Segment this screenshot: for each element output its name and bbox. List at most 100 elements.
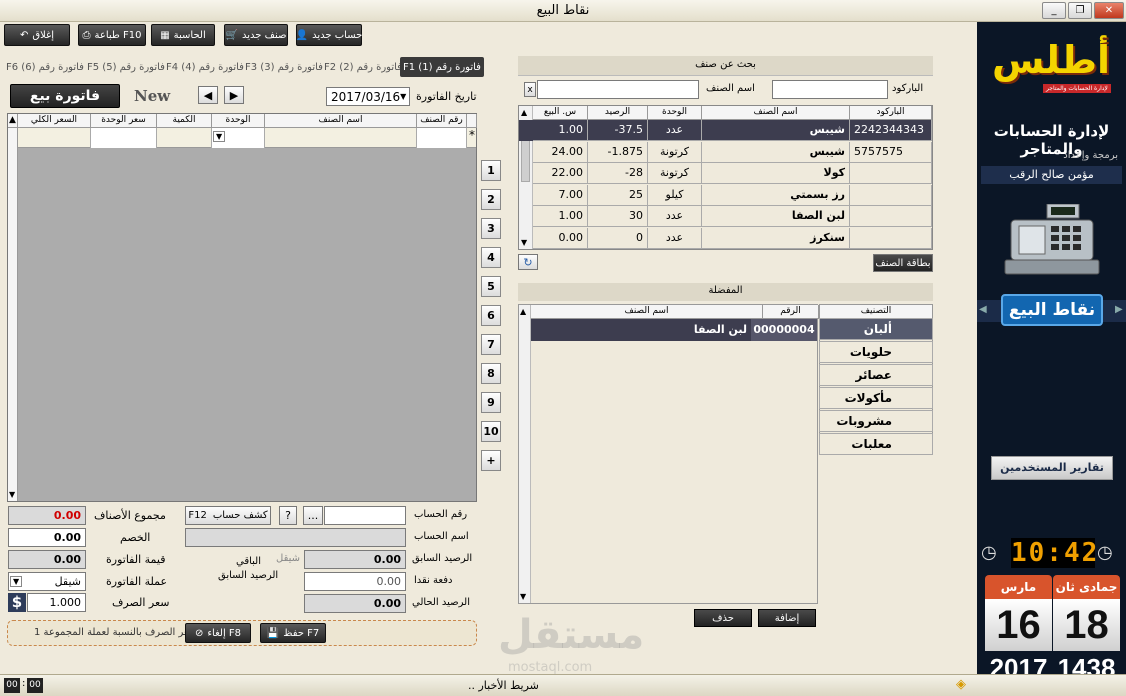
qty-button-7[interactable]: 7 bbox=[481, 334, 501, 355]
favorites-grid[interactable]: اسم الصنف الرقم ▲ ▼ لبن الصفا 00000004 bbox=[518, 304, 819, 604]
print-button[interactable]: ⎙ طباعة F10 bbox=[78, 24, 146, 46]
currency-select[interactable]: ▼ شيقل bbox=[8, 572, 86, 591]
category-juices[interactable]: عصائر bbox=[819, 364, 933, 386]
qty-button-2[interactable]: 2 bbox=[481, 189, 501, 210]
account-name-field bbox=[185, 528, 406, 547]
search-cell-price: 0.00 bbox=[533, 227, 588, 249]
minimize-button[interactable]: _ bbox=[1042, 2, 1066, 19]
tab-invoice-5[interactable]: F5 فاتورة رقم (5) bbox=[87, 57, 165, 77]
cell-quantity[interactable] bbox=[157, 128, 212, 148]
new-item-button[interactable]: 🛒 صنف جديد bbox=[224, 24, 288, 46]
current-balance-label: الرصيد الحالي bbox=[412, 597, 470, 608]
calculator-icon: ▦ bbox=[160, 29, 170, 41]
prev-invoice-button[interactable]: ◀ bbox=[198, 86, 218, 104]
search-result-row[interactable]: 22.00 -28 كرتونة كولا bbox=[519, 163, 932, 184]
search-result-row[interactable]: 0.00 0 عدد سنكرز bbox=[519, 227, 932, 249]
arrow-right-icon: ▶ bbox=[1115, 304, 1123, 315]
grid-corner: ▲ bbox=[8, 114, 18, 128]
favorites-scrollbar[interactable]: ▲ ▼ bbox=[519, 305, 531, 603]
add-favorite-button[interactable]: إضافة bbox=[758, 609, 816, 627]
scroll-up-icon[interactable]: ▲ bbox=[520, 307, 526, 316]
watermark-url: mostaql.com bbox=[508, 660, 593, 675]
tab-invoice-6[interactable]: F6 فاتورة رقم (6) bbox=[6, 57, 84, 77]
refresh-icon[interactable]: ↻ bbox=[518, 254, 538, 270]
category-dairy[interactable]: ألبان وأجبان bbox=[819, 318, 933, 356]
chevron-down-icon[interactable]: ▼ bbox=[10, 576, 23, 587]
help-button[interactable]: ? bbox=[279, 506, 297, 525]
qty-button-5[interactable]: 5 bbox=[481, 276, 501, 297]
qty-button-1[interactable]: 1 bbox=[481, 160, 501, 181]
category-sweets[interactable]: حلويات bbox=[819, 341, 933, 363]
hijri-calendar: جمادى ثان 18 1438 bbox=[1053, 575, 1120, 685]
cancel-invoice-button[interactable]: ⊘ إلغاء F8 bbox=[185, 623, 251, 643]
gregorian-day: 16 bbox=[985, 599, 1052, 651]
qty-button-4[interactable]: 4 bbox=[481, 247, 501, 268]
tab-invoice-1[interactable]: F1 فاتورة رقم (1) bbox=[400, 57, 484, 77]
close-button[interactable]: ✕ bbox=[1094, 2, 1124, 19]
scroll-down-icon[interactable]: ▼ bbox=[9, 490, 15, 499]
category-food[interactable]: مأكولات bbox=[819, 387, 933, 409]
search-cell-balance: 0 bbox=[588, 227, 648, 249]
cell-unit-price[interactable] bbox=[91, 128, 157, 148]
favorite-row[interactable]: لبن الصفا 00000004 bbox=[531, 319, 817, 341]
search-result-row[interactable]: 7.00 25 كيلو رز بسمتي bbox=[519, 184, 932, 206]
scroll-down-icon[interactable]: ▼ bbox=[520, 592, 526, 601]
qty-button-plus[interactable]: + bbox=[481, 450, 501, 471]
barcode-search-input[interactable] bbox=[772, 80, 888, 99]
search-result-row[interactable]: 1.00 30 عدد لبن الصفا bbox=[519, 206, 932, 227]
news-ticker: .. شريط الأخبار bbox=[468, 679, 539, 692]
delete-favorite-button[interactable]: حذف bbox=[694, 609, 752, 627]
cell-unit[interactable]: ▼ bbox=[212, 128, 265, 148]
chevron-down-icon[interactable]: ▼ bbox=[213, 131, 226, 142]
account-number-field[interactable] bbox=[324, 506, 406, 525]
invoice-new-row[interactable]: ▼ * bbox=[8, 128, 476, 148]
col-item-number: رقم الصنف bbox=[417, 114, 467, 128]
digital-clock: 10:42 bbox=[1011, 538, 1100, 568]
search-result-row[interactable]: 24.00 -1.875 كرتونة شيبس 5757575 bbox=[519, 141, 932, 163]
search-results-grid[interactable]: س. البيع الرصيد الوحدة اسم الصنف الباركو… bbox=[518, 105, 933, 250]
items-total-label: مجموع الأصناف bbox=[94, 509, 166, 522]
category-drinks[interactable]: مشروبات bbox=[819, 410, 933, 432]
qty-button-3[interactable]: 3 bbox=[481, 218, 501, 239]
status-clock-sep: : bbox=[22, 678, 26, 689]
qty-button-9[interactable]: 9 bbox=[481, 392, 501, 413]
tab-invoice-3[interactable]: F3 فاتورة رقم (3) bbox=[245, 57, 323, 77]
discount-field[interactable]: 0.00 bbox=[8, 528, 86, 547]
exchange-rate-field[interactable]: 1.000 bbox=[27, 593, 86, 612]
close-window-button[interactable]: ↶ إغلاق bbox=[4, 24, 70, 46]
restore-button[interactable]: ❐ bbox=[1068, 2, 1092, 19]
tab-invoice-2[interactable]: F2 فاتورة رقم (2) bbox=[324, 57, 402, 77]
invoice-grid-scrollbar[interactable]: ▼ bbox=[8, 128, 18, 501]
save-invoice-button[interactable]: 💾 حفظ F7 bbox=[260, 623, 326, 643]
clear-search-button[interactable]: x bbox=[524, 82, 536, 97]
search-result-row[interactable]: 1.00 -37.5 عدد شيبس 2242344343 bbox=[519, 120, 932, 141]
qty-button-6[interactable]: 6 bbox=[481, 305, 501, 326]
invoice-items-grid[interactable]: ▲ السعر الكلي سعر الوحدة الكمية الوحدة ا… bbox=[7, 113, 477, 502]
qty-button-10[interactable]: 10 bbox=[481, 421, 501, 442]
cell-item-number[interactable] bbox=[417, 128, 467, 148]
qty-button-8[interactable]: 8 bbox=[481, 363, 501, 384]
scroll-up-icon[interactable]: ▲ bbox=[521, 108, 527, 117]
new-account-button[interactable]: 👤 حساب جديد bbox=[296, 24, 362, 46]
item-card-button[interactable]: بطاقة الصنف bbox=[873, 254, 933, 272]
invoice-date-picker[interactable]: 2017/03/16 ▼ bbox=[326, 87, 410, 106]
tab-invoice-4[interactable]: F4 فاتورة رقم (4) bbox=[166, 57, 244, 77]
category-canned[interactable]: معلبات bbox=[819, 433, 933, 455]
cell-total-price[interactable] bbox=[18, 128, 91, 148]
item-name-search-input[interactable] bbox=[537, 80, 699, 99]
browse-accounts-button[interactable]: ... bbox=[303, 506, 323, 525]
search-cell-barcode: 2242344343 bbox=[850, 120, 932, 141]
user-reports-button[interactable]: تقارير المستخدمين bbox=[991, 456, 1113, 480]
next-invoice-button[interactable]: ▶ bbox=[224, 86, 244, 104]
account-statement-button[interactable]: F12 كشف حساب bbox=[185, 506, 271, 525]
calculator-button[interactable]: ▦ الحاسبة bbox=[151, 24, 215, 46]
search-cell-balance: -1.875 bbox=[588, 141, 648, 163]
exchange-rate-label: سعر الصرف bbox=[112, 596, 170, 609]
atlas-logo: أطلس لإدارة الحسابات والمتاجر bbox=[991, 38, 1111, 93]
cash-payment-field[interactable]: 0.00 bbox=[304, 572, 406, 591]
hijri-day: 18 bbox=[1053, 599, 1120, 651]
invoice-value-field: 0.00 bbox=[8, 550, 86, 569]
save-disk-icon: 💾 bbox=[266, 627, 280, 639]
cell-item-name[interactable] bbox=[265, 128, 417, 148]
gregorian-month: مارس bbox=[985, 575, 1052, 599]
